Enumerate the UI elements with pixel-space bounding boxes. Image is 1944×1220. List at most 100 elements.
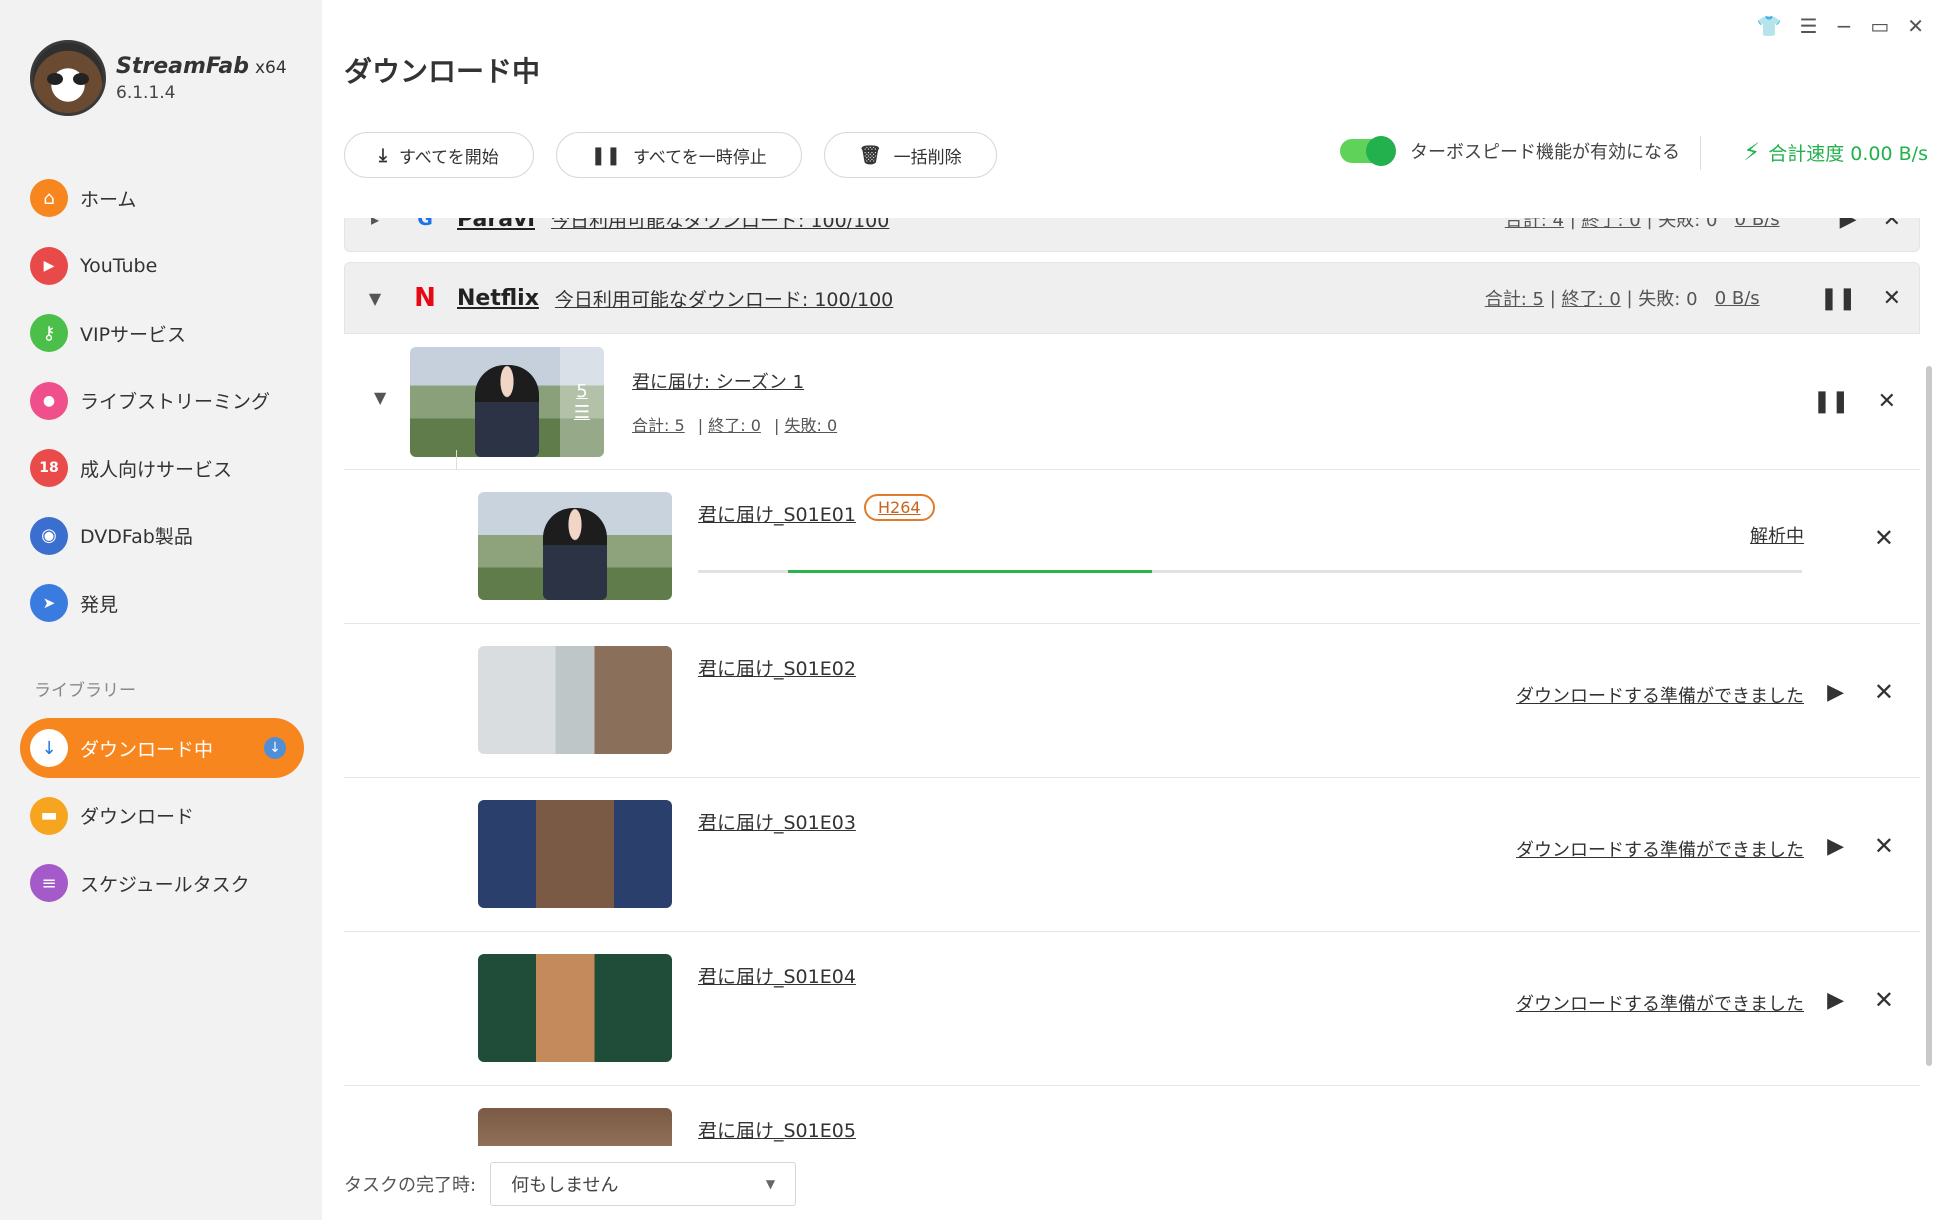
service-quota: 今日利用可能なダウンロード: 100/100 <box>550 218 890 232</box>
nav-item-adult[interactable]: 18 成人向けサービス <box>20 438 304 498</box>
pause-all-button[interactable]: ❚❚ すべてを一時停止 <box>555 132 802 178</box>
episode-row[interactable]: 君に届け_S01E01 H264 解析中 ✕ <box>344 470 1920 624</box>
pause-icon[interactable]: ❚❚ <box>1820 286 1857 311</box>
dvdfab-icon: ◉ <box>30 516 68 555</box>
close-icon[interactable]: ✕ <box>1874 524 1894 552</box>
collapse-caret-icon[interactable]: ▼ <box>374 388 386 407</box>
close-window-icon[interactable]: ✕ <box>1907 14 1924 38</box>
nav-label: ライブストリーミング <box>80 391 271 413</box>
nav-label: ダウンロード中 <box>80 738 214 761</box>
scrollbar[interactable] <box>1926 366 1932 1066</box>
close-icon[interactable]: ✕ <box>1883 286 1901 311</box>
close-icon[interactable]: ✕ <box>1874 832 1894 860</box>
youtube-icon: ▶ <box>30 246 68 285</box>
library-label: ライブラリー <box>34 681 136 701</box>
divider <box>1700 136 1701 170</box>
season-row[interactable]: ▼ 5 ☰ 君に届け: シーズン 1 合計: 5 | 終了: 0 | 失敗: 0 … <box>344 334 1920 470</box>
nav-label: 発見 <box>80 593 119 616</box>
nav-item-downloading[interactable]: ↓ ダウンロード中 ↓ <box>20 718 304 778</box>
total-speed: ⚡ 合計速度 0.00 B/s <box>1743 138 1928 166</box>
episode-title[interactable]: 君に届け_S01E03 <box>698 808 856 835</box>
play-icon[interactable]: ▶ <box>1840 218 1857 232</box>
close-icon[interactable]: ✕ <box>1883 218 1901 232</box>
camera-icon: ● <box>30 381 68 420</box>
episode-title[interactable]: 君に届け_S01E01 <box>698 500 856 527</box>
nav-item-downloaded[interactable]: ▬ ダウンロード <box>20 786 304 846</box>
play-icon[interactable]: ▶ <box>1827 988 1844 1013</box>
episode-row[interactable]: 君に届け_S01E03 ダウンロードする準備ができました ▶ ✕ <box>344 778 1920 932</box>
completion-action-select[interactable]: 何もしません ▼ <box>490 1162 797 1206</box>
episode-title[interactable]: 君に届け_S01E05 <box>698 1116 856 1143</box>
episode-row[interactable]: 君に届け_S01E02 ダウンロードする準備ができました ▶ ✕ <box>344 624 1920 778</box>
completion-label: タスクの完了時: <box>344 1175 477 1196</box>
close-icon[interactable]: ✕ <box>1878 389 1896 414</box>
service-group-netflix[interactable]: ▼ N Netflix 今日利用可能なダウンロード: 100/100 合計: 5… <box>344 262 1920 334</box>
play-icon[interactable]: ▶ <box>1827 680 1844 705</box>
episode-thumbnail <box>478 800 672 908</box>
collapse-caret-icon[interactable]: ▼ <box>345 289 405 308</box>
nav-item-schedule[interactable]: ≡ スケジュールタスク <box>20 853 304 913</box>
nav-label: ダウンロード <box>80 806 195 828</box>
key-icon: ⚷ <box>30 314 68 352</box>
delete-all-button[interactable]: 🗑 一括削除 <box>823 132 997 178</box>
maximize-icon[interactable]: ▭ <box>1870 14 1889 38</box>
episode-title[interactable]: 君に届け_S01E04 <box>698 962 856 989</box>
download-badge-icon: ↓ <box>264 737 286 759</box>
nav-label: スケジュールタスク <box>80 873 250 896</box>
group-stats: 合計: 5 | 終了: 0 | 失敗: 0 0 B/s <box>1484 287 1760 311</box>
brand-arch: x64 <box>255 57 287 78</box>
home-icon: ⌂ <box>30 179 68 217</box>
nav-item-live[interactable]: ● ライブストリーミング <box>20 371 304 431</box>
nav-label: YouTube <box>80 254 158 277</box>
nav-label: ホーム <box>80 188 137 211</box>
episode-title[interactable]: 君に届け_S01E02 <box>698 654 856 681</box>
season-stats: 合計: 5 | 終了: 0 | 失敗: 0 <box>632 415 838 435</box>
nav-item-discover[interactable]: ➤ 発見 <box>20 573 304 633</box>
collapse-caret-icon[interactable]: ▸ <box>345 218 405 229</box>
service-name: Netflix <box>457 285 539 311</box>
season-thumbnail: 5 ☰ <box>410 346 604 457</box>
episode-status[interactable]: ダウンロードする準備ができました <box>1516 682 1804 708</box>
season-title[interactable]: 君に届け: シーズン 1 <box>632 368 845 394</box>
menu-icon[interactable]: ☰ <box>1800 14 1818 38</box>
episode-thumbnail <box>478 1108 672 1146</box>
skin-icon[interactable]: 👕 <box>1757 14 1782 38</box>
episode-row[interactable]: 君に届け_S01E05 <box>344 1086 1920 1146</box>
episode-row[interactable]: 君に届け_S01E04 ダウンロードする準備ができました ▶ ✕ <box>344 932 1920 1086</box>
start-all-button[interactable]: ⤓ すべてを開始 <box>344 132 534 178</box>
nav-label: DVDFab製品 <box>80 526 193 548</box>
progress-bar <box>698 570 1802 573</box>
minimize-icon[interactable]: − <box>1836 14 1853 38</box>
sidebar: StreamFab x64 6.1.1.4 ⌂ ホーム ▶ YouTube ⚷ VIPサ… <box>0 0 322 1220</box>
episode-status[interactable]: ダウンロードする準備ができました <box>1516 836 1804 862</box>
codec-badge[interactable]: H264 <box>864 494 935 521</box>
episode-status: 解析中 <box>1750 526 1804 547</box>
trash-icon: 🗑 <box>858 144 882 166</box>
adult-icon: 18 <box>30 449 68 487</box>
pause-icon[interactable]: ❚❚ <box>1813 389 1850 414</box>
episode-thumbnail <box>478 492 672 600</box>
nav-item-dvdfab[interactable]: ◉ DVDFab製品 <box>20 506 304 566</box>
footer: タスクの完了時: 何もしません ▼ <box>344 1162 797 1206</box>
folder-icon: ▬ <box>30 796 68 835</box>
brand-name: StreamFab <box>116 53 249 79</box>
list-icon: ☰ <box>573 401 591 423</box>
window-controls: 👕 ☰ − ▭ ✕ <box>1757 14 1924 38</box>
sloth-logo-icon <box>30 40 106 116</box>
close-icon[interactable]: ✕ <box>1874 678 1894 706</box>
turbo-toggle[interactable] <box>1340 136 1396 166</box>
nav-item-home[interactable]: ⌂ ホーム <box>20 168 304 228</box>
nav-item-youtube[interactable]: ▶ YouTube <box>20 236 304 296</box>
play-icon[interactable]: ▶ <box>1827 834 1844 859</box>
nav-item-vip[interactable]: ⚷ VIPサービス <box>20 303 304 363</box>
download-list: ▸ G Paravi 今日利用可能なダウンロード: 100/100 合計: 4 … <box>344 218 1920 1146</box>
turbo-label: ターボスピード機能が有効になる <box>1410 142 1680 163</box>
episode-count-badge[interactable]: 5 ☰ <box>560 346 604 457</box>
close-icon[interactable]: ✕ <box>1874 986 1894 1014</box>
service-group-paravi[interactable]: ▸ G Paravi 今日利用可能なダウンロード: 100/100 合計: 4 … <box>344 218 1920 252</box>
page-title: ダウンロード中 <box>344 55 541 88</box>
main-panel: 👕 ☰ − ▭ ✕ ダウンロード中 ⤓ すべてを開始 ❚❚ すべてを一時停止 🗑 一括… <box>322 0 1944 1220</box>
episode-status[interactable]: ダウンロードする準備ができました <box>1516 990 1804 1016</box>
library-nav: ↓ ダウンロード中 ↓ ▬ ダウンロード ≡ スケジュールタスク <box>20 718 304 921</box>
episode-thumbnail <box>478 646 672 754</box>
